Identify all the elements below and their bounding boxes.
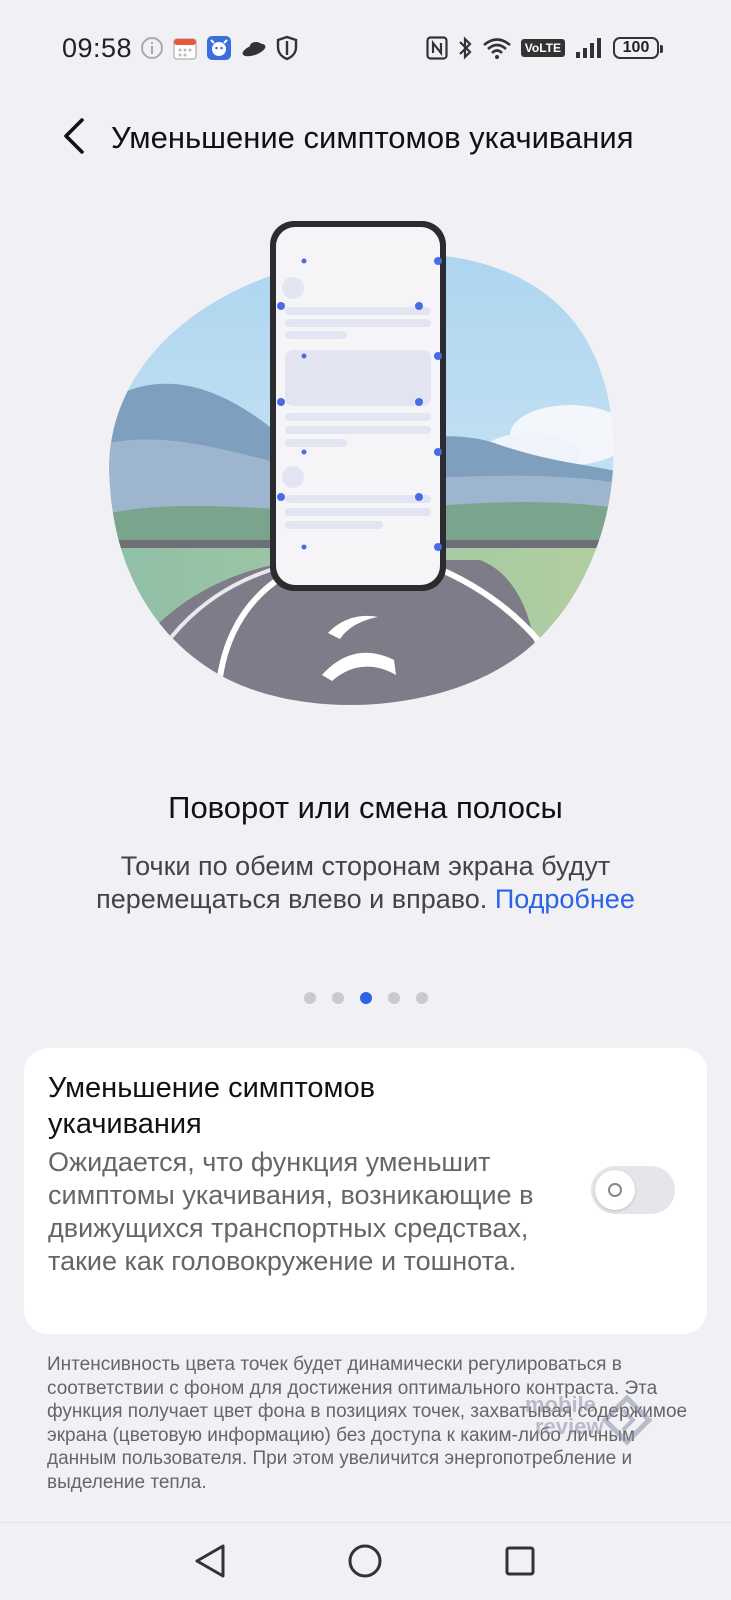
signal-icon	[574, 36, 604, 60]
page-dot[interactable]	[415, 992, 428, 1004]
setting-title: Уменьшение симптомов укачивания	[48, 1072, 376, 1140]
slide-title: Поворот или смена полосы	[168, 790, 563, 825]
setting-description: Ожидается, что функция уменьшит симптомы…	[48, 1147, 534, 1276]
watermark-logo: mobile review	[525, 1390, 675, 1450]
battery-indicator: 100	[613, 37, 663, 59]
watermark-line2: review	[535, 1414, 604, 1439]
triangle-back-icon	[193, 1543, 227, 1584]
toggle-off-icon	[608, 1183, 622, 1197]
shield-icon	[276, 35, 298, 61]
weather-icon	[240, 36, 268, 60]
nfc-icon	[426, 36, 448, 60]
status-bar-left: 09:58	[62, 33, 298, 64]
wifi-icon	[482, 36, 512, 60]
nav-recents-button[interactable]	[490, 1533, 550, 1593]
nav-back-button[interactable]	[180, 1533, 240, 1593]
learn-more-link[interactable]: Подробнее	[495, 884, 635, 914]
setting-card: Уменьшение симптомов укачивания Ожидаетс…	[24, 1048, 707, 1334]
motion-sickness-toggle[interactable]	[591, 1166, 675, 1214]
page-dot[interactable]	[331, 992, 344, 1004]
app-header: Уменьшение симптомов укачивания	[0, 110, 731, 166]
nav-home-button[interactable]	[335, 1533, 395, 1593]
navigation-bar	[0, 1522, 731, 1600]
slide-description: Точки по обеим сторонам экрана будут пер…	[40, 850, 691, 916]
page-title: Уменьшение симптомов укачивания	[111, 120, 634, 155]
page-dot[interactable]	[303, 992, 316, 1004]
status-bar-right: VoLTE 100	[426, 35, 663, 61]
page-dot[interactable]	[387, 992, 400, 1004]
status-bar: 09:58 VoLTE 100	[62, 28, 663, 68]
clock: 09:58	[62, 32, 133, 63]
assistant-icon	[206, 35, 232, 61]
illustration	[100, 215, 630, 735]
back-button[interactable]	[52, 116, 96, 160]
calendar-icon	[172, 35, 198, 61]
info-icon	[140, 36, 164, 60]
page-indicator	[0, 992, 731, 1004]
circle-home-icon	[347, 1543, 383, 1584]
chevron-left-icon	[60, 116, 88, 161]
square-recents-icon	[504, 1545, 536, 1582]
page-dot-active[interactable]	[359, 992, 372, 1004]
volte-badge: VoLTE	[520, 39, 565, 57]
toggle-knob	[595, 1170, 635, 1210]
bluetooth-icon	[457, 35, 473, 61]
